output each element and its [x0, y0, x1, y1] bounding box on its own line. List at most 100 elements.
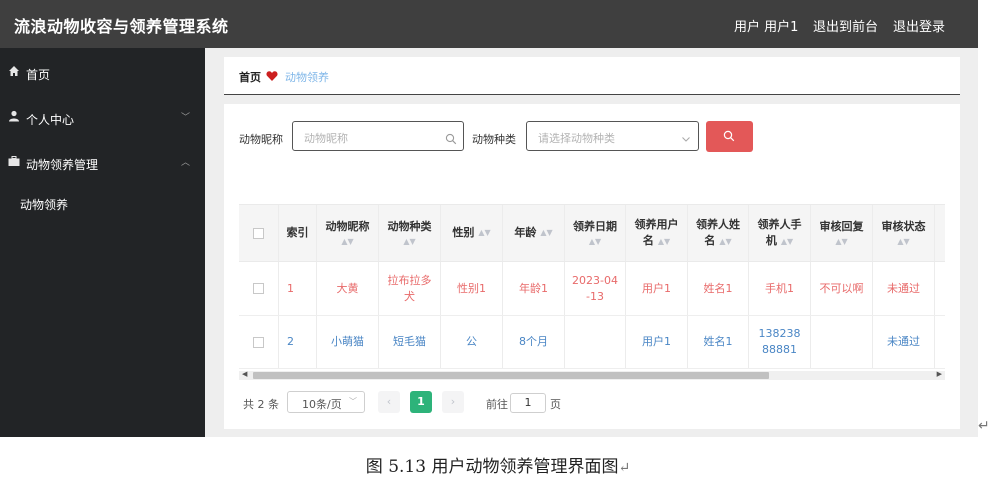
sidebar: 首页 个人中心 ﹀ 动物领养管理 ︿ 动物领养 — [0, 48, 205, 437]
app-screenshot: 流浪动物收容与领养管理系统 用户 用户1 退出到前台 退出登录 首页 个人中心 … — [0, 0, 978, 437]
home-icon — [8, 65, 20, 77]
sidebar-item-adoption-management[interactable]: 动物领养管理 ︿ — [0, 148, 205, 178]
sort-icon: ▲▼ — [588, 237, 602, 246]
adoption-table: 索引 动物昵称 ▲▼ 动物种类 ▲▼ 性别 ▲▼ 年龄 ▲▼ 领养日期 ▲▼ 领… — [239, 204, 945, 371]
document-page: 流浪动物收容与领养管理系统 用户 用户1 退出到前台 退出登录 首页 个人中心 … — [0, 0, 996, 486]
header-user[interactable]: 领养用户 名 ▲▼ — [626, 205, 688, 261]
next-page-button[interactable]: › — [442, 391, 464, 413]
goto-label: 前往 — [486, 398, 508, 411]
page-size-select[interactable]: 10条/页 ﹀ — [287, 391, 365, 413]
row-checkbox[interactable] — [253, 336, 264, 348]
cell-phone: 手机1 — [749, 262, 811, 315]
sidebar-subitem-adoption[interactable]: 动物领养 — [20, 196, 68, 213]
search-icon — [445, 130, 457, 145]
type-select[interactable]: 请选择动物种类 — [526, 121, 699, 151]
page-number-button[interactable]: 1 — [410, 391, 432, 413]
cell-reply — [811, 316, 873, 368]
type-select-placeholder: 请选择动物种类 — [538, 132, 615, 145]
table-row[interactable]: 2 小萌猫 短毛猫 公 8个月 用户1 姓名1 13823888881 未通过 — [239, 316, 945, 369]
logout-link[interactable]: 退出登录 — [893, 16, 945, 35]
breadcrumb: 首页 动物领养 — [224, 57, 960, 95]
cell-date — [565, 316, 626, 368]
header-age[interactable]: 年龄 ▲▼ — [503, 205, 565, 261]
cell-index: 1 — [279, 262, 317, 315]
sort-icon: ▲▼ — [478, 228, 491, 237]
sort-icon: ▲▼ — [835, 237, 848, 246]
select-all-checkbox[interactable] — [253, 227, 264, 239]
header-reply[interactable]: 审核回复 ▲▼ — [811, 205, 873, 261]
sort-icon: ▲▼ — [341, 237, 354, 246]
header-type[interactable]: 动物种类 ▲▼ — [379, 205, 441, 261]
sort-icon: ▲▼ — [657, 237, 671, 246]
cell-user: 用户1 — [626, 262, 688, 315]
app-title: 流浪动物收容与领养管理系统 — [14, 17, 229, 36]
cell-user: 用户1 — [626, 316, 688, 368]
chevron-down-icon — [680, 130, 692, 142]
horizontal-scrollbar[interactable]: ◀ ▶ — [239, 370, 945, 380]
briefcase-icon — [8, 155, 20, 167]
sidebar-item-profile[interactable]: 个人中心 ﹀ — [0, 103, 205, 133]
header-name[interactable]: 动物昵称 ▲▼ — [317, 205, 379, 261]
sidebar-item-label: 个人中心 — [26, 113, 75, 127]
header-status[interactable]: 审核状态 ▲▼ — [873, 205, 935, 261]
chevron-up-icon: ︿ — [181, 158, 191, 168]
cell-real-name: 姓名1 — [688, 262, 749, 315]
header-index: 索引 — [279, 205, 317, 261]
exit-to-front-link[interactable]: 退出到前台 — [813, 16, 878, 35]
cell-phone: 13823888881 — [749, 316, 811, 368]
sort-icon: ▲▼ — [403, 237, 416, 246]
sidebar-item-home[interactable]: 首页 — [0, 58, 205, 88]
search-button[interactable] — [706, 121, 753, 152]
sort-icon: ▲▼ — [780, 237, 794, 246]
header-date[interactable]: 领养日期 ▲▼ — [565, 205, 626, 261]
chevron-down-icon: ﹀ — [181, 113, 191, 123]
cell-gender: 公 — [441, 316, 503, 368]
scrollbar-thumb[interactable] — [253, 372, 769, 379]
sort-icon: ▲▼ — [897, 237, 910, 246]
cell-age: 年龄1 — [503, 262, 565, 315]
total-count: 共 2 条 — [243, 398, 279, 411]
select-all-cell — [239, 205, 279, 261]
sidebar-item-label: 动物领养管理 — [26, 158, 99, 172]
cell-real-name: 姓名1 — [688, 316, 749, 368]
return-mark: ↵ — [978, 418, 990, 434]
header-gender[interactable]: 性别 ▲▼ — [441, 205, 503, 261]
user-menu[interactable]: 用户 用户1 — [734, 16, 798, 35]
cell-name: 大黄 — [317, 262, 379, 315]
name-filter-label: 动物昵称 — [239, 133, 283, 146]
chevron-down-icon: ﹀ — [349, 397, 357, 406]
cell-reply: 不可以啊 — [811, 262, 873, 315]
heart-icon — [266, 67, 280, 81]
goto-page-input[interactable]: 1 — [510, 393, 546, 413]
sort-icon: ▲▼ — [540, 228, 553, 237]
return-mark: ↵ — [618, 460, 631, 476]
search-icon — [723, 130, 735, 142]
main-panel: 动物昵称 动物昵称 动物种类 请选择动物种类 索引 动物昵称 ▲▼ 动物种类 ▲… — [224, 104, 960, 429]
breadcrumb-current: 动物领养 — [285, 71, 329, 84]
table-row[interactable]: 1 大黄 拉布拉多犬 性别1 年龄1 2023-04-13 用户1 姓名1 手机… — [239, 262, 945, 316]
name-search-placeholder: 动物昵称 — [304, 132, 348, 145]
cell-type: 拉布拉多犬 — [379, 262, 441, 315]
cell-status: 未通过 — [873, 262, 935, 315]
cell-date: 2023-04-13 — [565, 262, 626, 315]
header-phone[interactable]: 领养人手 机 ▲▼ — [749, 205, 811, 261]
top-header: 流浪动物收容与领养管理系统 用户 用户1 退出到前台 退出登录 — [0, 0, 978, 48]
scroll-left-icon[interactable]: ◀ — [242, 370, 247, 378]
page-unit-label: 页 — [550, 398, 561, 411]
scroll-right-icon[interactable]: ▶ — [937, 370, 942, 378]
page-size-value: 10条/页 — [302, 398, 342, 411]
cell-name: 小萌猫 — [317, 316, 379, 368]
sidebar-item-label: 首页 — [26, 68, 51, 82]
cell-index: 2 — [279, 316, 317, 368]
breadcrumb-home[interactable]: 首页 — [239, 69, 261, 85]
cell-type: 短毛猫 — [379, 316, 441, 368]
name-search-input[interactable]: 动物昵称 — [292, 121, 464, 151]
row-checkbox[interactable] — [253, 283, 264, 294]
table-header: 索引 动物昵称 ▲▼ 动物种类 ▲▼ 性别 ▲▼ 年龄 ▲▼ 领养日期 ▲▼ 领… — [239, 204, 945, 262]
figure-caption: 图 5.13 用户动物领养管理界面图↵ — [365, 457, 631, 477]
header-real-name[interactable]: 领养人姓 名 ▲▼ — [688, 205, 749, 261]
prev-page-button[interactable]: ‹ — [378, 391, 400, 413]
sort-icon: ▲▼ — [719, 237, 732, 246]
type-filter-label: 动物种类 — [472, 133, 516, 146]
cell-age: 8个月 — [503, 316, 565, 368]
